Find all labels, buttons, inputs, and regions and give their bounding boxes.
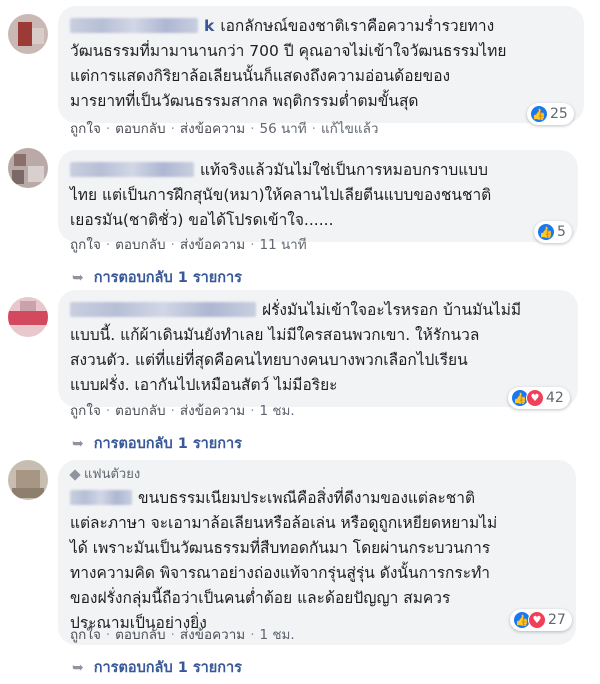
reply-arrow-icon: ➥ bbox=[72, 269, 84, 286]
reaction-count: 5 bbox=[557, 224, 566, 240]
comment-text-line: ฝรั่งมันไม่เข้าใจอะไรหรอก บ้านมันไม่มี bbox=[262, 301, 522, 319]
comment-actions: ถูกใจ · ตอบกลับ · ส่งข้อความ · 1 ชม. bbox=[70, 627, 295, 643]
reply-arrow-icon: ➥ bbox=[72, 659, 84, 676]
timestamp[interactable]: 11 นาที bbox=[259, 237, 306, 253]
author-name-blurred[interactable] bbox=[70, 18, 198, 33]
message-link[interactable]: ส่งข้อความ bbox=[180, 627, 245, 643]
message-link[interactable]: ส่งข้อความ bbox=[180, 403, 245, 419]
avatar[interactable] bbox=[8, 14, 48, 54]
like-icon: 👍 bbox=[537, 223, 555, 241]
love-icon: ♥ bbox=[526, 389, 544, 407]
like-link[interactable]: ถูกใจ bbox=[70, 403, 101, 419]
reply-arrow-icon: ➥ bbox=[72, 435, 84, 452]
reaction-summary[interactable]: 👍 ♥ 42 bbox=[508, 387, 570, 409]
like-link[interactable]: ถูกใจ bbox=[70, 237, 101, 253]
reaction-count: 27 bbox=[548, 612, 566, 628]
comment-text-line: แบบนี้. แก้ผ้าเดินมันยังทำเลย ไม่มีใครสอ… bbox=[70, 326, 480, 344]
avatar[interactable] bbox=[8, 148, 48, 188]
reply-link[interactable]: ตอบกลับ bbox=[115, 627, 165, 643]
like-link[interactable]: ถูกใจ bbox=[70, 121, 101, 137]
diamond-icon bbox=[69, 469, 81, 481]
author-name-blurred[interactable] bbox=[70, 302, 256, 317]
comment-bubble: แฟนตัวยง ขนบธรรมเนียมประเพณีคือสิ่งที่ดี… bbox=[58, 460, 576, 645]
reply-link[interactable]: ตอบกลับ bbox=[115, 121, 165, 137]
comment-actions: ถูกใจ · ตอบกลับ · ส่งข้อความ · 11 นาที bbox=[70, 237, 307, 253]
view-replies-link[interactable]: ➥ การตอบกลับ 1 รายการ bbox=[72, 432, 242, 455]
view-replies-link[interactable]: ➥ การตอบกลับ 1 รายการ bbox=[72, 656, 242, 679]
edited-label[interactable]: แก้ไขแล้ว bbox=[321, 121, 378, 137]
author-name-blurred[interactable] bbox=[70, 490, 132, 505]
top-fan-badge[interactable]: แฟนตัวยง bbox=[69, 466, 562, 484]
avatar[interactable] bbox=[8, 460, 48, 500]
badge-label: แฟนตัวยง bbox=[84, 467, 141, 482]
comment-actions: ถูกใจ · ตอบกลับ · ส่งข้อความ · 56 นาที · แก้ไขแล… bbox=[70, 121, 379, 137]
like-link[interactable]: ถูกใจ bbox=[70, 627, 101, 643]
comment-text-line: เยอรมัน(ชาติชั่ว) ขอได้โปรดเข้าใจ...... bbox=[70, 211, 334, 229]
replies-label[interactable]: การตอบกลับ 1 รายการ bbox=[94, 656, 242, 679]
avatar[interactable] bbox=[8, 297, 48, 337]
reaction-count: 25 bbox=[550, 106, 568, 122]
comment-text-line: แต่การแสดงกิริยาล้อเลียนนั้นก็แสดงถึงควา… bbox=[70, 67, 451, 85]
comment-text-line: วัฒนธรรมที่มามานานกว่า 700 ปี คุณอาจไม่เ… bbox=[70, 42, 507, 60]
comment-text-line: ของฝรั่งกลุ่มนี้ถือว่าเป็นคนต่ำต้อย และด… bbox=[70, 589, 451, 607]
timestamp[interactable]: 1 ชม. bbox=[259, 403, 294, 419]
reply-link[interactable]: ตอบกลับ bbox=[115, 403, 165, 419]
comment-text-line: แบบฝรั่ง. เอากันไปเหมือนสัตว์ ไม่มีอริยะ bbox=[70, 376, 338, 394]
comment-text-line: สงวนตัว. แต่ที่แย่ที่สุดคือคนไทยบางคนบาง… bbox=[70, 351, 468, 369]
reply-link[interactable]: ตอบกลับ bbox=[115, 237, 165, 253]
view-replies-link[interactable]: ➥ การตอบกลับ 1 รายการ bbox=[72, 266, 242, 289]
message-link[interactable]: ส่งข้อความ bbox=[180, 237, 245, 253]
replies-label[interactable]: การตอบกลับ 1 รายการ bbox=[94, 266, 242, 289]
author-name-blurred[interactable] bbox=[70, 162, 194, 177]
love-icon: ♥ bbox=[528, 611, 546, 629]
comment-text-line: แท้จริงแล้วมันไม่ใช่เป็นการหมอบกราบแบบ bbox=[200, 161, 488, 179]
comment-text-line: ไทย แต่เป็นการฝึกสุนัข(หมา)ให้คลานไปเลีย… bbox=[70, 186, 492, 204]
comment-actions: ถูกใจ · ตอบกลับ · ส่งข้อความ · 1 ชม. bbox=[70, 403, 295, 419]
timestamp[interactable]: 56 นาที bbox=[259, 121, 306, 137]
comment-text-line: มารยาทที่เป็นวัฒนธรรมสากล พฤติกรรมต่ำตมข… bbox=[70, 92, 419, 110]
comment-text-line: ได้ เพราะมันเป็นวัฒนธรรมที่สืบทอดกันมา โ… bbox=[70, 539, 491, 557]
comment-bubble: แท้จริงแล้วมันไม่ใช่เป็นการหมอบกราบแบบ ไ… bbox=[58, 150, 578, 242]
comment-text-line: ขนบธรรมเนียมประเพณีคือสิ่งที่ดีงามของแต่… bbox=[138, 489, 476, 507]
comment-text-line: แต่ละภาษา จะเอามาล้อเลียนหรือล้อเล่น หรื… bbox=[70, 514, 498, 532]
author-name-tail[interactable]: k bbox=[204, 17, 214, 35]
comment-bubble: ฝรั่งมันไม่เข้าใจอะไรหรอก บ้านมันไม่มี แ… bbox=[58, 290, 578, 407]
replies-label[interactable]: การตอบกลับ 1 รายการ bbox=[94, 432, 242, 455]
reaction-summary[interactable]: 👍 5 bbox=[534, 221, 572, 243]
timestamp[interactable]: 1 ชม. bbox=[259, 627, 294, 643]
reaction-count: 42 bbox=[546, 390, 564, 406]
comment-text-line: ทางความคิด พิจารณาอย่างถ่องแท้จากรุ่นสู่… bbox=[70, 564, 490, 582]
reaction-summary[interactable]: 👍 ♥ 27 bbox=[510, 609, 572, 631]
comment-text-line: เอกลักษณ์ของชาติเราคือความร่ำรวยทาง bbox=[220, 17, 495, 35]
message-link[interactable]: ส่งข้อความ bbox=[180, 121, 245, 137]
comment-bubble: k เอกลักษณ์ของชาติเราคือความร่ำรวยทาง วัฒ… bbox=[58, 6, 584, 123]
like-icon: 👍 bbox=[530, 105, 548, 123]
reaction-summary[interactable]: 👍 25 bbox=[527, 103, 574, 125]
